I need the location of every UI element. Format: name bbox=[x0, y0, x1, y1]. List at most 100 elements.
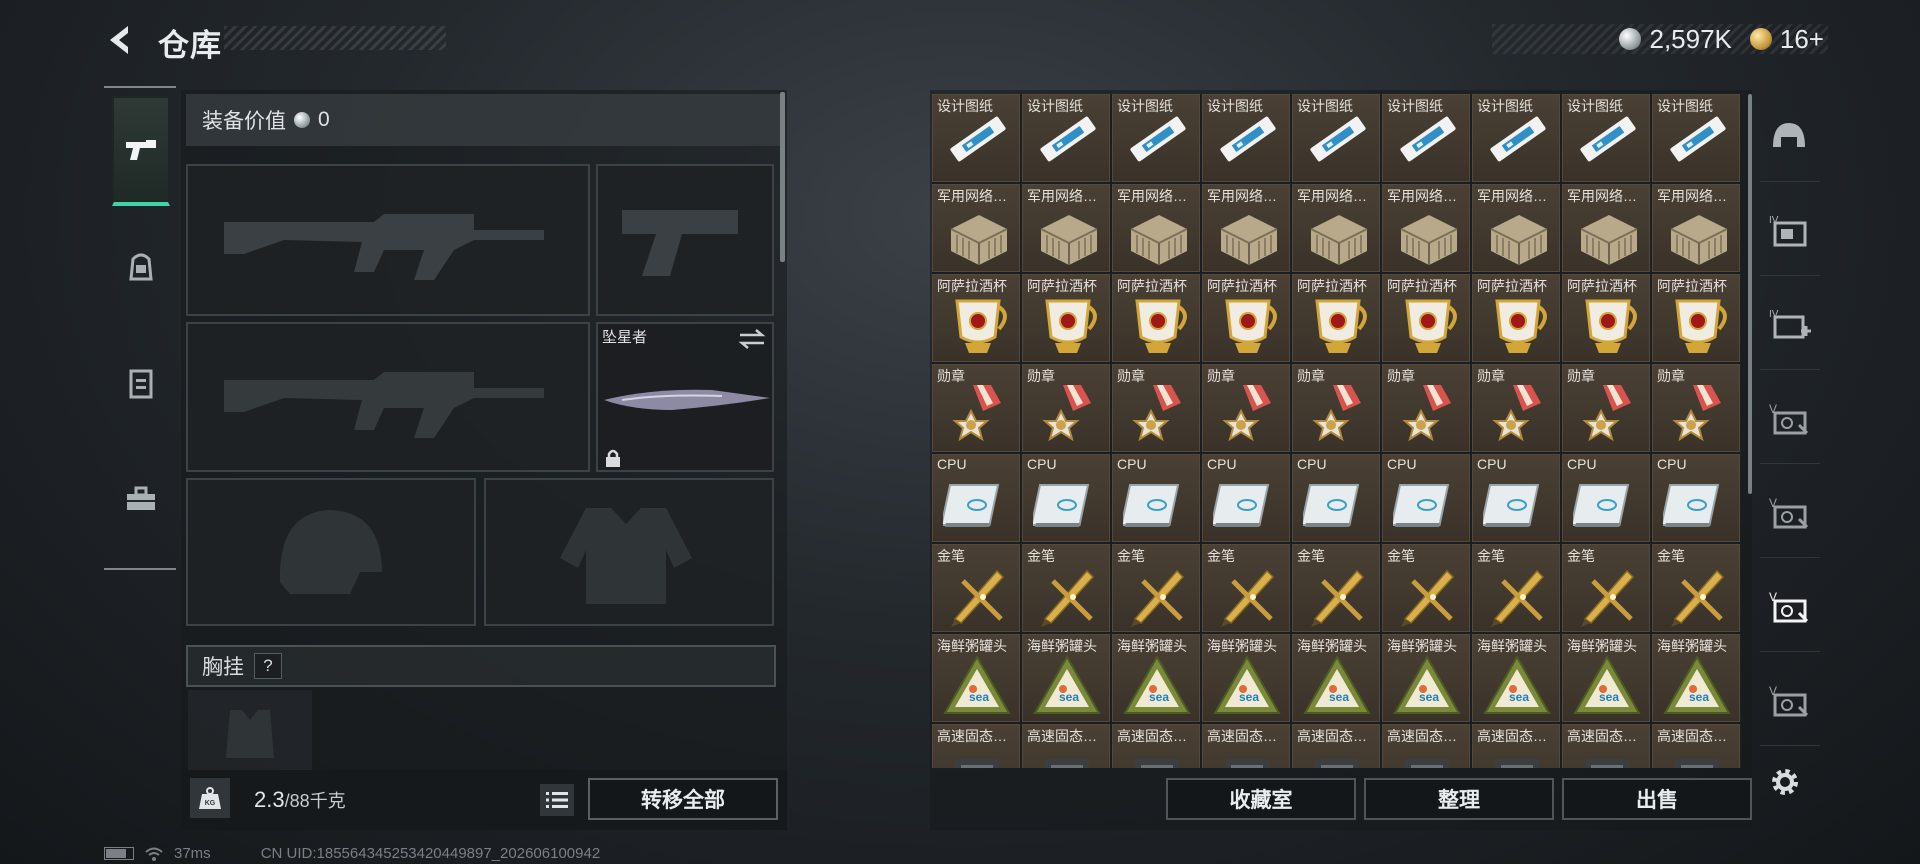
list-view-button[interactable] bbox=[540, 784, 574, 816]
inventory-item[interactable]: 设计图纸 bbox=[1472, 94, 1560, 182]
equipment-scrollbar[interactable] bbox=[780, 92, 785, 262]
inventory-item[interactable]: 军用网络… bbox=[932, 184, 1020, 272]
primary-weapon-slot-2[interactable] bbox=[186, 322, 590, 472]
armor-slot[interactable] bbox=[484, 478, 774, 626]
inventory-item[interactable]: 海鲜粥罐头 sea bbox=[1472, 634, 1560, 722]
category-tab[interactable]: V bbox=[1760, 562, 1820, 652]
melee-slot[interactable]: 坠星者 bbox=[596, 322, 774, 472]
collection-room-button[interactable]: 收藏室 bbox=[1166, 778, 1356, 820]
inventory-item[interactable]: 金笔 bbox=[1112, 544, 1200, 632]
inventory-item[interactable]: 设计图纸 bbox=[1652, 94, 1740, 182]
inventory-item[interactable]: 设计图纸 bbox=[1382, 94, 1470, 182]
inventory-item[interactable]: CPU bbox=[932, 454, 1020, 542]
inventory-item[interactable]: 海鲜粥罐头 sea bbox=[932, 634, 1020, 722]
inventory-item[interactable]: 高速固态… bbox=[1112, 724, 1200, 768]
inventory-item[interactable]: 高速固态… bbox=[1472, 724, 1560, 768]
inventory-item[interactable]: 设计图纸 bbox=[1112, 94, 1200, 182]
inventory-item[interactable]: 金笔 bbox=[1202, 544, 1290, 632]
inventory-item[interactable]: 勋章 bbox=[1202, 364, 1290, 452]
inventory-item[interactable]: 勋章 bbox=[1472, 364, 1560, 452]
inventory-item[interactable]: 阿萨拉酒杯 bbox=[1562, 274, 1650, 362]
inventory-item[interactable]: CPU bbox=[1202, 454, 1290, 542]
inventory-item[interactable]: 设计图纸 bbox=[1022, 94, 1110, 182]
inventory-item[interactable]: 高速固态… bbox=[1202, 724, 1290, 768]
inventory-item[interactable]: 高速固态… bbox=[1652, 724, 1740, 768]
tab-weapons[interactable] bbox=[112, 96, 170, 206]
category-tab[interactable]: V bbox=[1760, 656, 1820, 746]
sort-button[interactable]: 整理 bbox=[1364, 778, 1554, 820]
inventory-item[interactable]: 军用网络… bbox=[1202, 184, 1290, 272]
inventory-item[interactable]: 阿萨拉酒杯 bbox=[1022, 274, 1110, 362]
inventory-item[interactable]: 高速固态… bbox=[1382, 724, 1470, 768]
inventory-item[interactable]: CPU bbox=[1652, 454, 1740, 542]
back-button[interactable] bbox=[100, 20, 140, 60]
inventory-item[interactable]: 海鲜粥罐头 sea bbox=[1022, 634, 1110, 722]
inventory-item[interactable]: CPU bbox=[1382, 454, 1470, 542]
inventory-scrollbar[interactable] bbox=[1748, 94, 1752, 494]
inventory-item[interactable]: 阿萨拉酒杯 bbox=[1292, 274, 1380, 362]
inventory-item[interactable]: 海鲜粥罐头 sea bbox=[1202, 634, 1290, 722]
inventory-item[interactable]: CPU bbox=[1562, 454, 1650, 542]
inventory-item[interactable]: 阿萨拉酒杯 bbox=[1382, 274, 1470, 362]
inventory-item[interactable]: 阿萨拉酒杯 bbox=[1652, 274, 1740, 362]
inventory-item[interactable]: 军用网络… bbox=[1472, 184, 1560, 272]
inventory-item[interactable]: 军用网络… bbox=[1292, 184, 1380, 272]
inventory-item[interactable]: 金笔 bbox=[1652, 544, 1740, 632]
settings-button[interactable] bbox=[1765, 762, 1805, 802]
inventory-item[interactable]: 阿萨拉酒杯 bbox=[1202, 274, 1290, 362]
category-tab[interactable]: IV bbox=[1760, 280, 1820, 370]
inventory-item[interactable]: CPU bbox=[1292, 454, 1380, 542]
swap-icon[interactable] bbox=[738, 328, 766, 350]
category-tab[interactable]: V bbox=[1760, 468, 1820, 558]
inventory-item[interactable]: 军用网络… bbox=[1562, 184, 1650, 272]
sell-button[interactable]: 出售 bbox=[1562, 778, 1752, 820]
inventory-item[interactable]: CPU bbox=[1022, 454, 1110, 542]
inventory-item[interactable]: 海鲜粥罐头 sea bbox=[1562, 634, 1650, 722]
inventory-item[interactable]: 设计图纸 bbox=[932, 94, 1020, 182]
inventory-item[interactable]: 金笔 bbox=[1022, 544, 1110, 632]
inventory-item[interactable]: 勋章 bbox=[932, 364, 1020, 452]
help-button[interactable]: ? bbox=[254, 653, 282, 679]
inventory-item[interactable]: 高速固态… bbox=[1022, 724, 1110, 768]
inventory-item[interactable]: 金笔 bbox=[932, 544, 1020, 632]
helmet-slot[interactable] bbox=[186, 478, 476, 626]
inventory-item[interactable]: 金笔 bbox=[1382, 544, 1470, 632]
inventory-item[interactable]: 设计图纸 bbox=[1292, 94, 1380, 182]
primary-weapon-slot[interactable] bbox=[186, 164, 590, 316]
inventory-item[interactable]: 勋章 bbox=[1562, 364, 1650, 452]
inventory-item[interactable]: 高速固态… bbox=[1562, 724, 1650, 768]
move-all-button[interactable]: 转移全部 bbox=[588, 778, 778, 820]
category-tab[interactable]: IV bbox=[1760, 186, 1820, 276]
tab-vest[interactable] bbox=[112, 328, 170, 438]
inventory-item[interactable]: 海鲜粥罐头 sea bbox=[1292, 634, 1380, 722]
inventory-item[interactable]: 勋章 bbox=[1652, 364, 1740, 452]
inventory-item[interactable]: 阿萨拉酒杯 bbox=[1472, 274, 1560, 362]
inventory-item[interactable]: 勋章 bbox=[1112, 364, 1200, 452]
inventory-item[interactable]: 勋章 bbox=[1292, 364, 1380, 452]
inventory-item[interactable]: 阿萨拉酒杯 bbox=[1112, 274, 1200, 362]
secondary-weapon-slot[interactable] bbox=[596, 164, 774, 316]
inventory-item[interactable]: 军用网络… bbox=[1382, 184, 1470, 272]
inventory-item[interactable]: 金笔 bbox=[1562, 544, 1650, 632]
inventory-item[interactable]: 金笔 bbox=[1292, 544, 1380, 632]
inventory-item[interactable]: 勋章 bbox=[1022, 364, 1110, 452]
tab-supplies[interactable] bbox=[112, 444, 170, 554]
category-tab[interactable]: V bbox=[1760, 374, 1820, 464]
inventory-item[interactable]: 海鲜粥罐头 sea bbox=[1112, 634, 1200, 722]
inventory-item[interactable]: 金笔 bbox=[1472, 544, 1560, 632]
inventory-item[interactable]: 军用网络… bbox=[1022, 184, 1110, 272]
inventory-item[interactable]: 设计图纸 bbox=[1202, 94, 1290, 182]
inventory-item[interactable]: 高速固态… bbox=[932, 724, 1020, 768]
chest-rig-slot[interactable] bbox=[188, 690, 312, 770]
inventory-item[interactable]: 阿萨拉酒杯 bbox=[932, 274, 1020, 362]
inventory-item[interactable]: 海鲜粥罐头 sea bbox=[1652, 634, 1740, 722]
inventory-item[interactable]: CPU bbox=[1112, 454, 1200, 542]
inventory-item[interactable]: 勋章 bbox=[1382, 364, 1470, 452]
inventory-item[interactable]: CPU bbox=[1472, 454, 1560, 542]
inventory-item[interactable]: 海鲜粥罐头 sea bbox=[1382, 634, 1470, 722]
category-tab[interactable] bbox=[1760, 92, 1820, 182]
tab-armor[interactable] bbox=[112, 212, 170, 322]
inventory-item[interactable]: 军用网络… bbox=[1112, 184, 1200, 272]
inventory-item[interactable]: 军用网络… bbox=[1652, 184, 1740, 272]
inventory-item[interactable]: 设计图纸 bbox=[1562, 94, 1650, 182]
